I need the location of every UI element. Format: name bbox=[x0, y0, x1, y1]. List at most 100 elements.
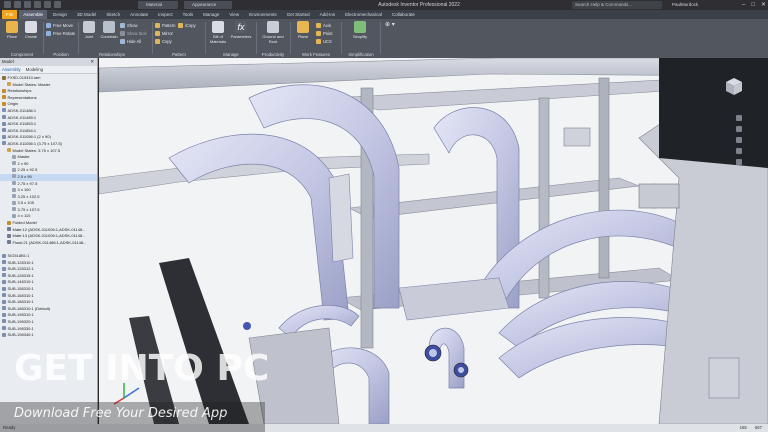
show-sick-button[interactable]: Show Sick bbox=[120, 30, 147, 37]
browser-node[interactable]: Origin bbox=[0, 101, 97, 108]
browser-node[interactable]: 2.75 x 97.5 bbox=[0, 181, 97, 188]
search-help-input[interactable]: Search Help & Commands... bbox=[572, 1, 662, 9]
browser-node[interactable]: SUB-198320:1 bbox=[0, 319, 97, 326]
browser-node[interactable]: 3.5 x 105 bbox=[0, 200, 97, 207]
appearance-dropdown[interactable]: Appearance bbox=[184, 1, 232, 9]
browser-node[interactable]: 2.25 x 92.5 bbox=[0, 167, 97, 174]
browser-node[interactable]: Representations bbox=[0, 95, 97, 102]
pan-icon[interactable] bbox=[736, 126, 742, 132]
create-button[interactable]: Create bbox=[22, 21, 40, 39]
minimize-button[interactable]: – bbox=[742, 0, 745, 10]
tab-environments[interactable]: Environments bbox=[245, 10, 281, 19]
browser-close-icon[interactable]: ✕ bbox=[90, 58, 94, 66]
zoom-icon[interactable] bbox=[736, 137, 742, 143]
tab-file[interactable]: File bbox=[2, 10, 18, 19]
user-name[interactable]: PaulMurdock bbox=[672, 0, 698, 10]
close-button[interactable]: ✕ bbox=[761, 0, 766, 10]
browser-node[interactable]: SUB-198310:1 bbox=[0, 312, 97, 319]
browser-node[interactable]: SUB-188310:1 (Default) bbox=[0, 306, 97, 313]
tab-get-started[interactable]: Get Started bbox=[283, 10, 314, 19]
browser-node[interactable]: SUB-198340:1 bbox=[0, 332, 97, 339]
browser-node[interactable]: SUB-128312:1 bbox=[0, 266, 97, 273]
browser-node[interactable]: ADSK-011489:1 bbox=[0, 115, 97, 122]
orbit-icon[interactable] bbox=[736, 148, 742, 154]
browser-node[interactable] bbox=[0, 246, 97, 253]
redo-icon[interactable] bbox=[44, 1, 51, 8]
browser-node[interactable]: 3 x 100 bbox=[0, 187, 97, 194]
browser-node[interactable]: 4 x 110 bbox=[0, 213, 97, 220]
tab-tools[interactable]: Tools bbox=[179, 10, 198, 19]
tab-sketch[interactable]: Sketch bbox=[102, 10, 124, 19]
look-at-icon[interactable] bbox=[736, 159, 742, 165]
browser-node[interactable]: Model States: Master bbox=[0, 82, 97, 89]
tab-electromechanical[interactable]: Electromechanical bbox=[341, 10, 386, 19]
tab-assemble[interactable]: Assemble bbox=[19, 10, 48, 19]
material-dropdown[interactable]: Material bbox=[138, 1, 178, 9]
browser-node[interactable]: ADSK-011854:1 bbox=[0, 128, 97, 135]
browser-node[interactable]: 3.25 x 102.5 bbox=[0, 194, 97, 201]
ucs-button[interactable]: UCS bbox=[316, 38, 332, 45]
tab-view[interactable]: View bbox=[225, 10, 243, 19]
browser-node[interactable]: SIG518B1:1 bbox=[0, 253, 97, 260]
point-button[interactable]: Point bbox=[316, 30, 333, 37]
tab-collaborate[interactable]: Collaborate bbox=[388, 10, 419, 19]
browser-node[interactable]: 2 x 90 bbox=[0, 161, 97, 168]
viewcube-icon[interactable] bbox=[722, 74, 746, 98]
browser-node[interactable]: SUB-148310:1 bbox=[0, 279, 97, 286]
home-icon[interactable] bbox=[54, 1, 61, 8]
tab-3d-model[interactable]: 3D Model bbox=[73, 10, 100, 19]
mirror-button[interactable]: Mirror bbox=[155, 30, 173, 37]
tab-add-ins[interactable]: Add-Ins bbox=[316, 10, 340, 19]
full-navigation-wheel-icon[interactable] bbox=[736, 115, 742, 121]
new-icon[interactable] bbox=[4, 1, 11, 8]
browser-node[interactable]: ADSK-011853:1 bbox=[0, 121, 97, 128]
browser-node[interactable]: Model States: 3.75 x 107.5 bbox=[0, 148, 97, 155]
joint-button[interactable]: Joint bbox=[80, 21, 98, 39]
tab-manage[interactable]: Manage bbox=[199, 10, 223, 19]
browser-node[interactable]: ADSK-011486:1 bbox=[0, 108, 97, 115]
show-button[interactable]: Show bbox=[120, 22, 137, 29]
save-icon[interactable] bbox=[24, 1, 31, 8]
browser-node[interactable]: Flush:21 (ADSK-011486:1,ADSK-01148... bbox=[0, 240, 97, 247]
maximize-button[interactable]: □ bbox=[751, 0, 755, 10]
browser-node[interactable]: ADSK-011056:1 (3.75 x 107.5) bbox=[0, 141, 97, 148]
browser-node[interactable]: SUB-158310:1 bbox=[0, 286, 97, 293]
browser-node[interactable]: SUB-168310:1 bbox=[0, 293, 97, 300]
browser-node[interactable]: SUB-198330:1 bbox=[0, 326, 97, 333]
axis-button[interactable]: Axis bbox=[316, 22, 331, 29]
plane-button[interactable]: Plane bbox=[294, 21, 312, 39]
simplify-button[interactable]: Simplify bbox=[351, 21, 369, 39]
hide-all-button[interactable]: Hide All bbox=[120, 38, 141, 45]
free-move-button[interactable]: Free Move bbox=[46, 22, 73, 29]
tab-design[interactable]: Design bbox=[49, 10, 71, 19]
browser-node[interactable]: Mate:12 (ADSK-011006:1,ADSK-01148... bbox=[0, 227, 97, 234]
browser-node[interactable]: SUB-128310:1 bbox=[0, 260, 97, 267]
browser-node[interactable]: SUB-128315:1 bbox=[0, 273, 97, 280]
browser-node[interactable]: 2.5 x 95 bbox=[0, 173, 97, 181]
browser-node[interactable]: Folded Model bbox=[0, 220, 97, 227]
tab-assembly[interactable]: Assembly bbox=[2, 66, 21, 73]
tab-inspect[interactable]: Inspect bbox=[154, 10, 177, 19]
undo-icon[interactable] bbox=[34, 1, 41, 8]
browser-node[interactable]: FXSD-019310.iam bbox=[0, 75, 97, 82]
browser-node[interactable]: 3.75 x 107.5 bbox=[0, 207, 97, 214]
place-button[interactable]: Place bbox=[3, 21, 21, 39]
browser-node[interactable]: Mate:13 (ADSK-011006:1,ADSK-01148... bbox=[0, 233, 97, 240]
ribbon-extra-button[interactable]: ⊕ ▾ bbox=[385, 22, 395, 29]
free-rotate-button[interactable]: Free Rotate bbox=[46, 30, 75, 37]
open-icon[interactable] bbox=[14, 1, 21, 8]
icopy-button[interactable]: iCopy bbox=[178, 22, 196, 29]
bill-of-materials-button[interactable]: Bill of Materials bbox=[207, 21, 229, 44]
browser-node[interactable]: ADSK-011056:1 (2 x 90) bbox=[0, 134, 97, 141]
browser-node[interactable]: SUB-188310:1 bbox=[0, 299, 97, 306]
copy-button[interactable]: Copy bbox=[155, 38, 172, 45]
group-productivity-label: Productivity bbox=[261, 52, 285, 57]
parameters-button[interactable]: fx Parameters bbox=[229, 21, 253, 39]
tab-modeling[interactable]: Modeling bbox=[26, 66, 43, 73]
ground-and-root-button[interactable]: Ground and Root bbox=[260, 21, 286, 44]
constrain-button[interactable]: Constrain bbox=[98, 21, 120, 39]
pattern-button[interactable]: Pattern bbox=[155, 22, 176, 29]
tab-annotate[interactable]: Annotate bbox=[126, 10, 152, 19]
browser-node[interactable]: Relationships bbox=[0, 88, 97, 95]
browser-node[interactable]: Master bbox=[0, 154, 97, 161]
